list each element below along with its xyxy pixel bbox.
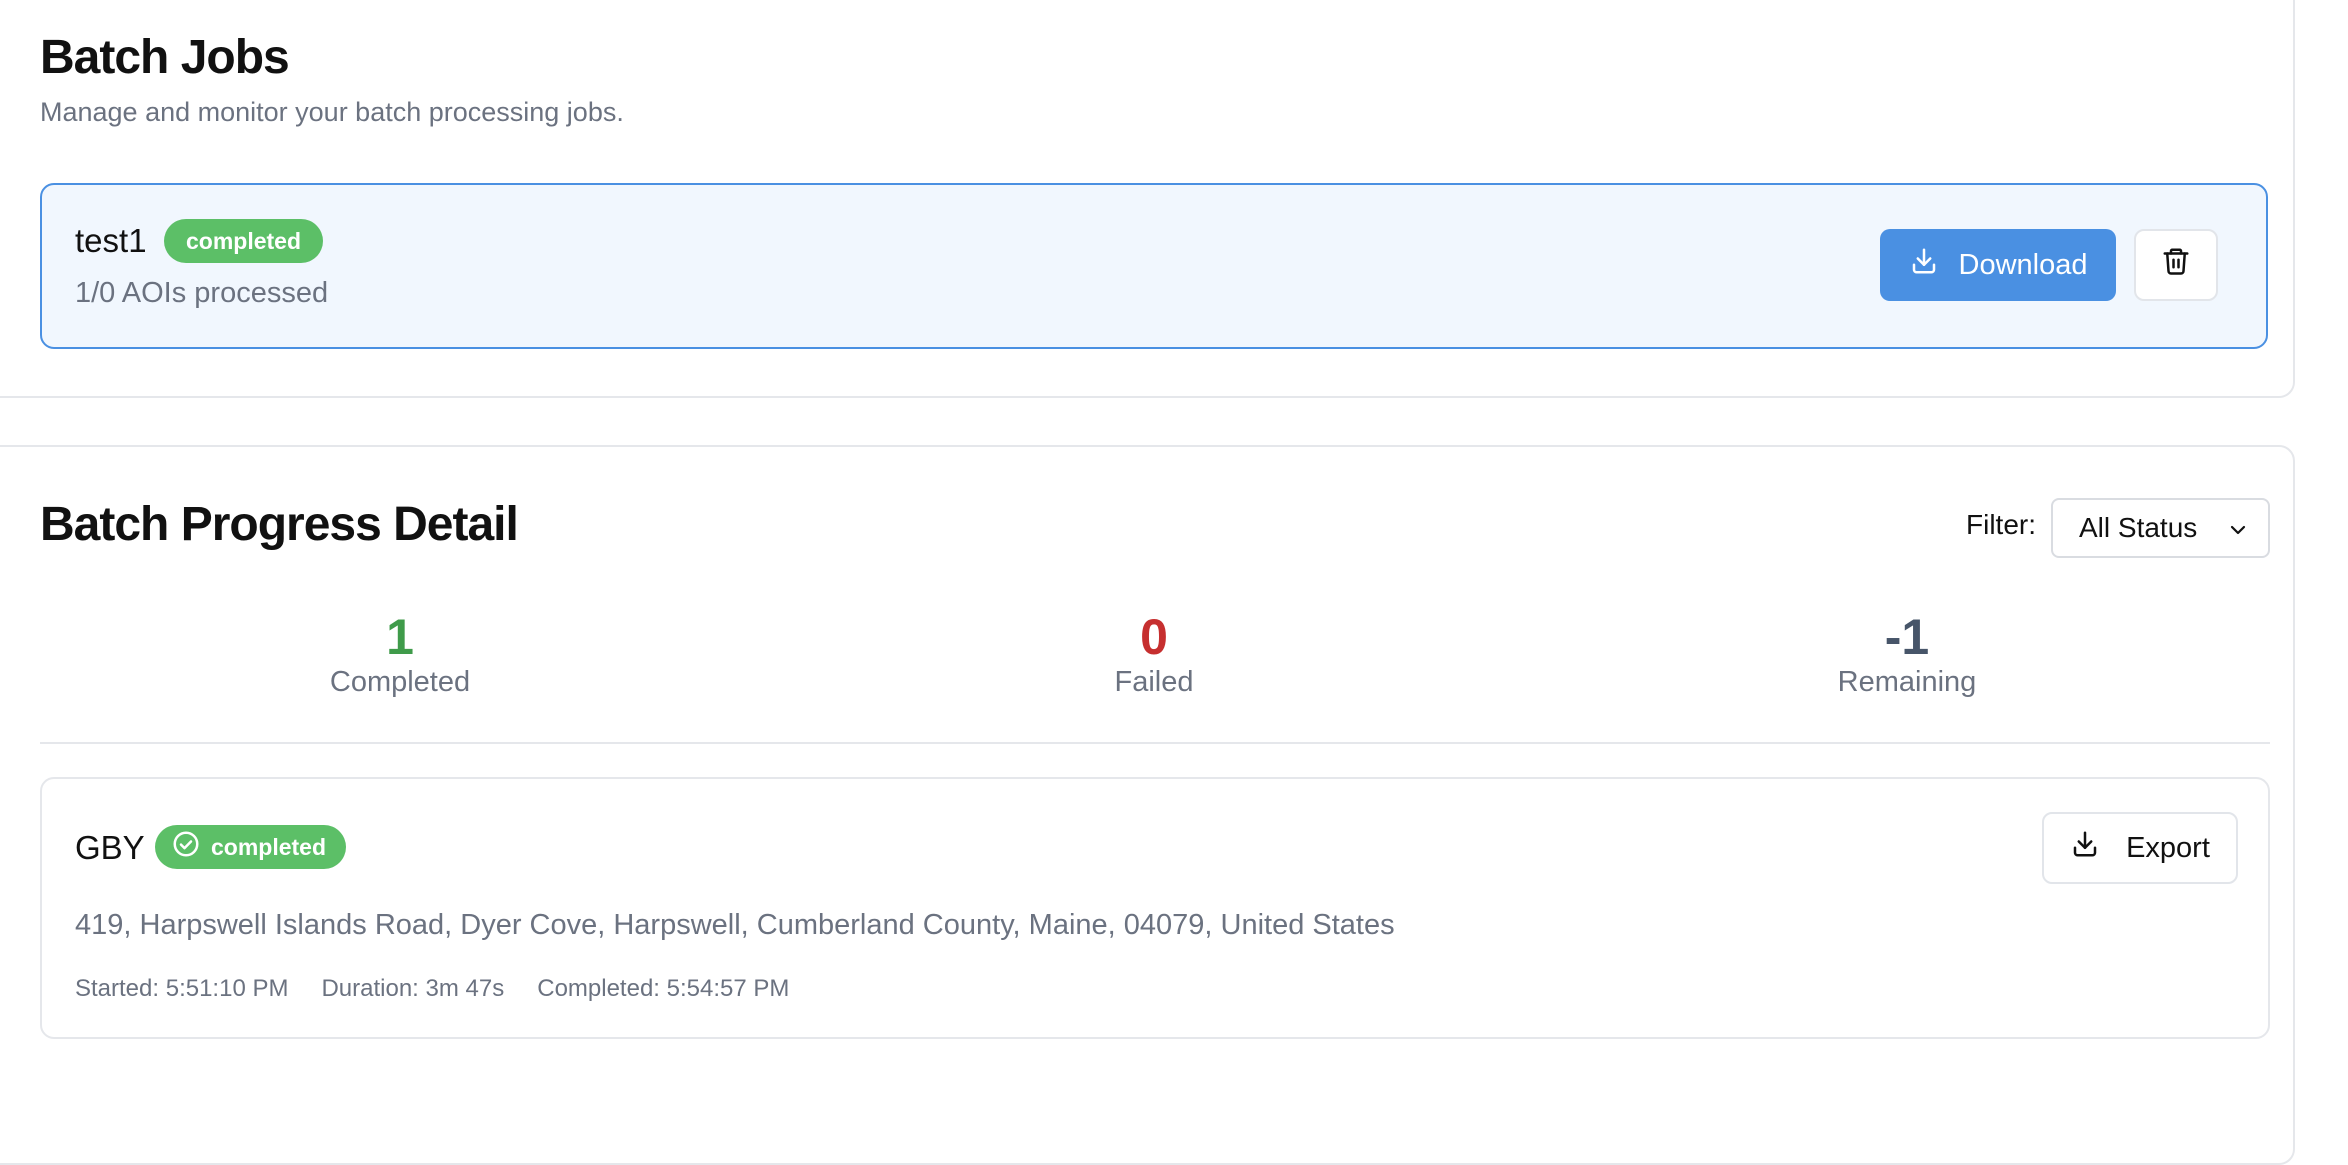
job-name: test1 — [75, 222, 147, 259]
export-label: Export — [2126, 831, 2210, 864]
status-filter-select[interactable]: All Status — [2051, 498, 2270, 558]
aoi-address: 419, Harpswell Islands Road, Dyer Cove, … — [75, 909, 1395, 941]
download-icon — [2070, 829, 2100, 867]
stat-completed-label: Completed — [329, 666, 471, 698]
completed-time: Completed: 5:54:57 PM — [537, 975, 790, 1002]
aoi-name: GBY — [75, 829, 145, 866]
status-badge: completed — [164, 219, 324, 263]
duration: Duration: 3m 47s — [321, 975, 505, 1002]
page-title: Batch Jobs — [40, 31, 290, 84]
stat-failed: 0 Failed — [954, 608, 1354, 699]
stat-completed: 1 Completed — [200, 608, 600, 699]
started-time: Started: 5:51:10 PM — [75, 975, 289, 1002]
stat-failed-label: Failed — [1114, 666, 1194, 698]
page-subtitle: Manage and monitor your batch processing… — [40, 97, 624, 127]
stat-remaining-label: Remaining — [1837, 666, 1977, 698]
aoi-timestamps: Started: 5:51:10 PM Duration: 3m 47s Com… — [75, 975, 789, 1003]
export-button[interactable]: Export — [2042, 812, 2238, 884]
status-filter-value: All Status — [2079, 512, 2198, 543]
divider — [40, 742, 2270, 744]
chevron-down-icon — [2226, 517, 2250, 549]
download-button[interactable]: Download — [1880, 229, 2116, 301]
trash-icon — [2161, 246, 2191, 284]
stat-failed-value: 0 — [1140, 609, 1168, 665]
stat-completed-value: 1 — [386, 609, 414, 665]
check-circle-icon — [171, 829, 201, 865]
section-title: Batch Progress Detail — [40, 498, 519, 551]
status-badge-label: completed — [211, 833, 327, 860]
status-badge-label: completed — [186, 227, 302, 254]
status-badge: completed — [155, 825, 347, 869]
stat-remaining-value: -1 — [1884, 609, 1930, 665]
download-label: Download — [1958, 248, 2088, 281]
download-icon — [1909, 246, 1939, 284]
aoi-item-card: GBY completed Export 419, Harpswell Isla… — [40, 777, 2270, 1039]
job-row-test1[interactable]: test1 completed 1/0 AOIs processed Downl… — [40, 183, 2268, 349]
stat-remaining: -1 Remaining — [1707, 608, 2107, 699]
filter-label: Filter: — [1966, 509, 2036, 540]
delete-job-button[interactable] — [2134, 229, 2218, 301]
job-progress-text: 1/0 AOIs processed — [75, 277, 329, 309]
